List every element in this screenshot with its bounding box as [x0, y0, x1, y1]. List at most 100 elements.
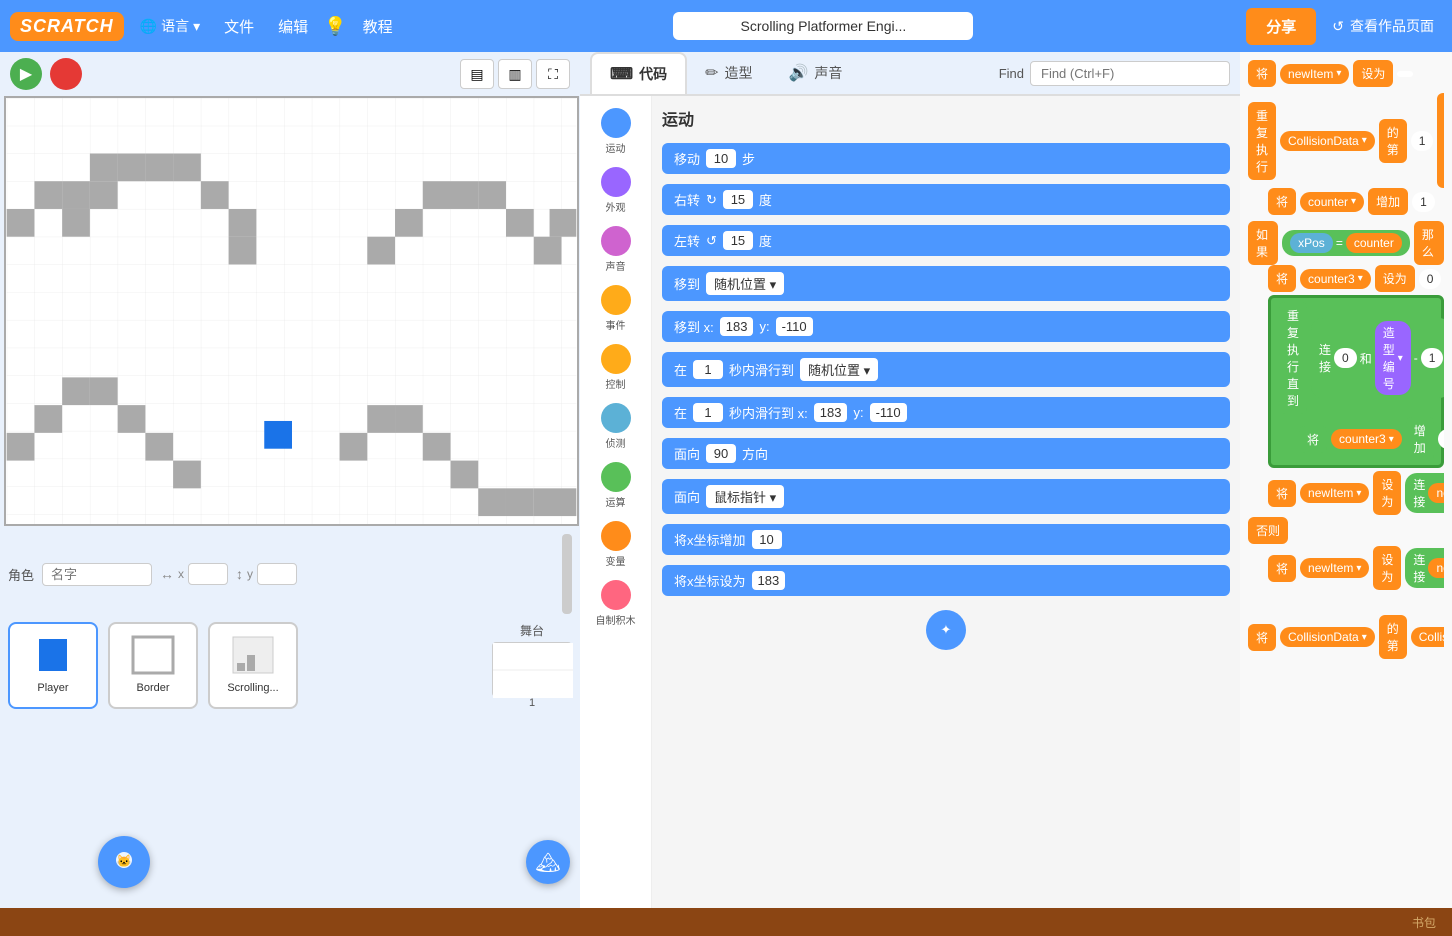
counter-dropdown[interactable]: counter ▾	[1300, 192, 1364, 212]
motion-special-block[interactable]: ✦	[926, 610, 966, 650]
glide-secs-input[interactable]: 1	[693, 360, 723, 379]
cat-custom[interactable]: 自制积木	[582, 576, 650, 631]
add-stage-button[interactable]: 🏔	[526, 840, 570, 884]
condition-oval[interactable]: xPos = counter	[1282, 230, 1410, 256]
stage-selector[interactable]: 舞台 1	[492, 622, 572, 709]
set4-label[interactable]: 将	[1268, 555, 1296, 582]
share-button[interactable]: 分享	[1246, 8, 1316, 45]
minus-one[interactable]: 1	[1421, 348, 1444, 368]
cat-operators[interactable]: 运算	[582, 458, 650, 513]
cat-motion[interactable]: 运动	[582, 104, 650, 159]
y-input[interactable]	[257, 563, 297, 585]
collision-data-dropdown[interactable]: CollisionData ▾	[1280, 131, 1375, 151]
until-condition[interactable]: 连接 0 和 造型 编号 ▾ -	[1311, 318, 1444, 398]
newitem3-ref[interactable]: newItem ▾	[1428, 483, 1444, 503]
if-label[interactable]: 如果	[1248, 221, 1278, 265]
cat-looks[interactable]: 外观	[582, 163, 650, 218]
cat-variables[interactable]: 变量	[582, 517, 650, 572]
goto-xy-block[interactable]: 移到 x: 183 y: -110	[662, 311, 1230, 342]
green-flag-button[interactable]: ▶	[10, 58, 42, 90]
cat-sensing[interactable]: 侦测	[582, 399, 650, 454]
collisiondata-final-dropdown[interactable]: CollisionData ▾	[1280, 627, 1375, 647]
move-steps-input[interactable]: 10	[706, 149, 736, 168]
change-label[interactable]: 将	[1268, 188, 1296, 215]
setx-input[interactable]: 183	[752, 571, 786, 590]
cat-sound[interactable]: 声音	[582, 222, 650, 277]
glidexy-secs-input[interactable]: 1	[693, 403, 723, 422]
tab-costumes[interactable]: ✏ 造型	[687, 53, 770, 93]
counter-cond-oval[interactable]: counter	[1346, 233, 1402, 253]
changex-input[interactable]: 10	[752, 530, 782, 549]
scratch-logo[interactable]: SCRATCH	[10, 12, 124, 41]
join2-oval[interactable]: 连接 newItem ▾ 和 Tile-Collision	[1405, 473, 1444, 513]
cat-events[interactable]: 事件	[582, 281, 650, 336]
set-x-block[interactable]: 将x坐标设为 183	[662, 565, 1230, 596]
turn-left-block[interactable]: 左转 ↺ 15 度	[662, 225, 1230, 256]
glide-xy-block[interactable]: 在 1 秒内滑行到 x: 183 y: -110	[662, 397, 1230, 428]
stage-mode-fullscreen[interactable]: ⛶	[536, 59, 570, 89]
turn-left-degrees-input[interactable]: 15	[723, 231, 753, 250]
tab-sounds[interactable]: 🔊 声音	[771, 53, 861, 93]
goto-random-block[interactable]: 移到 随机位置 ▾	[662, 266, 1230, 301]
xpos-oval[interactable]: xPos	[1290, 233, 1333, 253]
costume-num-oval[interactable]: 造型 编号 ▾	[1375, 321, 1411, 395]
right-editor[interactable]: 将 newItem ▾ 设为	[1240, 52, 1452, 908]
sprite-name-input[interactable]	[42, 563, 152, 586]
join-zero[interactable]: 0	[1334, 348, 1357, 368]
file-menu[interactable]: 文件	[216, 12, 262, 41]
move-block[interactable]: 移动 10 步	[662, 143, 1230, 174]
sprite-item-border[interactable]: Border	[108, 622, 198, 709]
join3-oval[interactable]: 连接 newItem ▾ 和 CollisionData	[1405, 548, 1444, 588]
index-input[interactable]: 1	[1411, 131, 1434, 151]
stop-button[interactable]	[50, 58, 82, 90]
cat-control[interactable]: 控制	[582, 340, 650, 395]
repeat-label[interactable]: 重复执行	[1248, 102, 1276, 180]
collisiondata-item-dropdown[interactable]: CollisionData ▾	[1411, 627, 1444, 647]
add-sprite-button[interactable]: 🐱	[98, 836, 150, 888]
scrollbar[interactable]	[562, 534, 572, 614]
newitem-dropdown[interactable]: newItem ▾	[1280, 64, 1349, 84]
goto-dropdown[interactable]: 随机位置 ▾	[706, 272, 784, 295]
set-newitem-block[interactable]: 将	[1248, 60, 1276, 87]
newitem2-dropdown[interactable]: newItem ▾	[1300, 483, 1369, 503]
stage-mode-large[interactable]: ▥	[498, 59, 532, 89]
globe-button[interactable]: 🌐 语言 ▾	[132, 12, 208, 40]
point-towards-block[interactable]: 面向 鼠标指针 ▾	[662, 479, 1230, 514]
project-title[interactable]: Scrolling Platformer Engi...	[673, 12, 973, 40]
increase-amount[interactable]: 1	[1412, 192, 1435, 212]
pointdir-degrees-input[interactable]: 90	[706, 444, 736, 463]
x-input[interactable]	[188, 563, 228, 585]
editor-scroll[interactable]: 将 newItem ▾ 设为	[1248, 60, 1444, 900]
newitem4-dropdown[interactable]: newItem ▾	[1300, 558, 1369, 578]
newitem5-ref[interactable]: newItem ▾	[1428, 558, 1444, 578]
set3-label[interactable]: 将	[1268, 480, 1296, 507]
glidexy-x-input[interactable]: 183	[814, 403, 848, 422]
point-dir-block[interactable]: 面向 90 方向	[662, 438, 1230, 469]
stage-mode-small[interactable]: ▤	[460, 59, 494, 89]
increase2-val[interactable]: 1	[1438, 429, 1444, 449]
find-input[interactable]	[1030, 61, 1230, 86]
counter3-dropdown[interactable]: counter3 ▾	[1300, 269, 1371, 289]
empty-oval[interactable]	[1397, 71, 1413, 77]
change2-label[interactable]: 将	[1299, 426, 1327, 453]
glidexy-y-input[interactable]: -110	[870, 403, 907, 422]
final-set-label[interactable]: 将	[1248, 624, 1276, 651]
tutorials-menu[interactable]: 教程	[355, 12, 401, 41]
pointtowards-dropdown[interactable]: 鼠标指针 ▾	[706, 485, 784, 508]
edit-menu[interactable]: 编辑	[270, 12, 316, 41]
turn-right-block[interactable]: 右转 ↻ 15 度	[662, 184, 1230, 215]
gotoxy-y-input[interactable]: -110	[776, 317, 813, 336]
stage-area[interactable]	[4, 96, 579, 526]
turn-right-degrees-input[interactable]: 15	[723, 190, 753, 209]
change-x-block[interactable]: 将x坐标增加 10	[662, 524, 1230, 555]
glide-dropdown[interactable]: 随机位置 ▾	[800, 358, 878, 381]
else-label[interactable]: 否则	[1248, 517, 1288, 544]
gotoxy-x-input[interactable]: 183	[720, 317, 754, 336]
zero-oval[interactable]: 0	[1419, 269, 1442, 289]
counter3-var[interactable]: counter3 ▾	[1331, 429, 1402, 449]
sprite-item-player[interactable]: Player	[8, 622, 98, 709]
view-page-button[interactable]: ↺ 查看作品页面	[1324, 12, 1442, 40]
repeat-until-label[interactable]: 重复执行直到	[1279, 302, 1307, 414]
sprite-item-scrolling[interactable]: Scrolling...	[208, 622, 298, 709]
set2-label[interactable]: 将	[1268, 265, 1296, 292]
